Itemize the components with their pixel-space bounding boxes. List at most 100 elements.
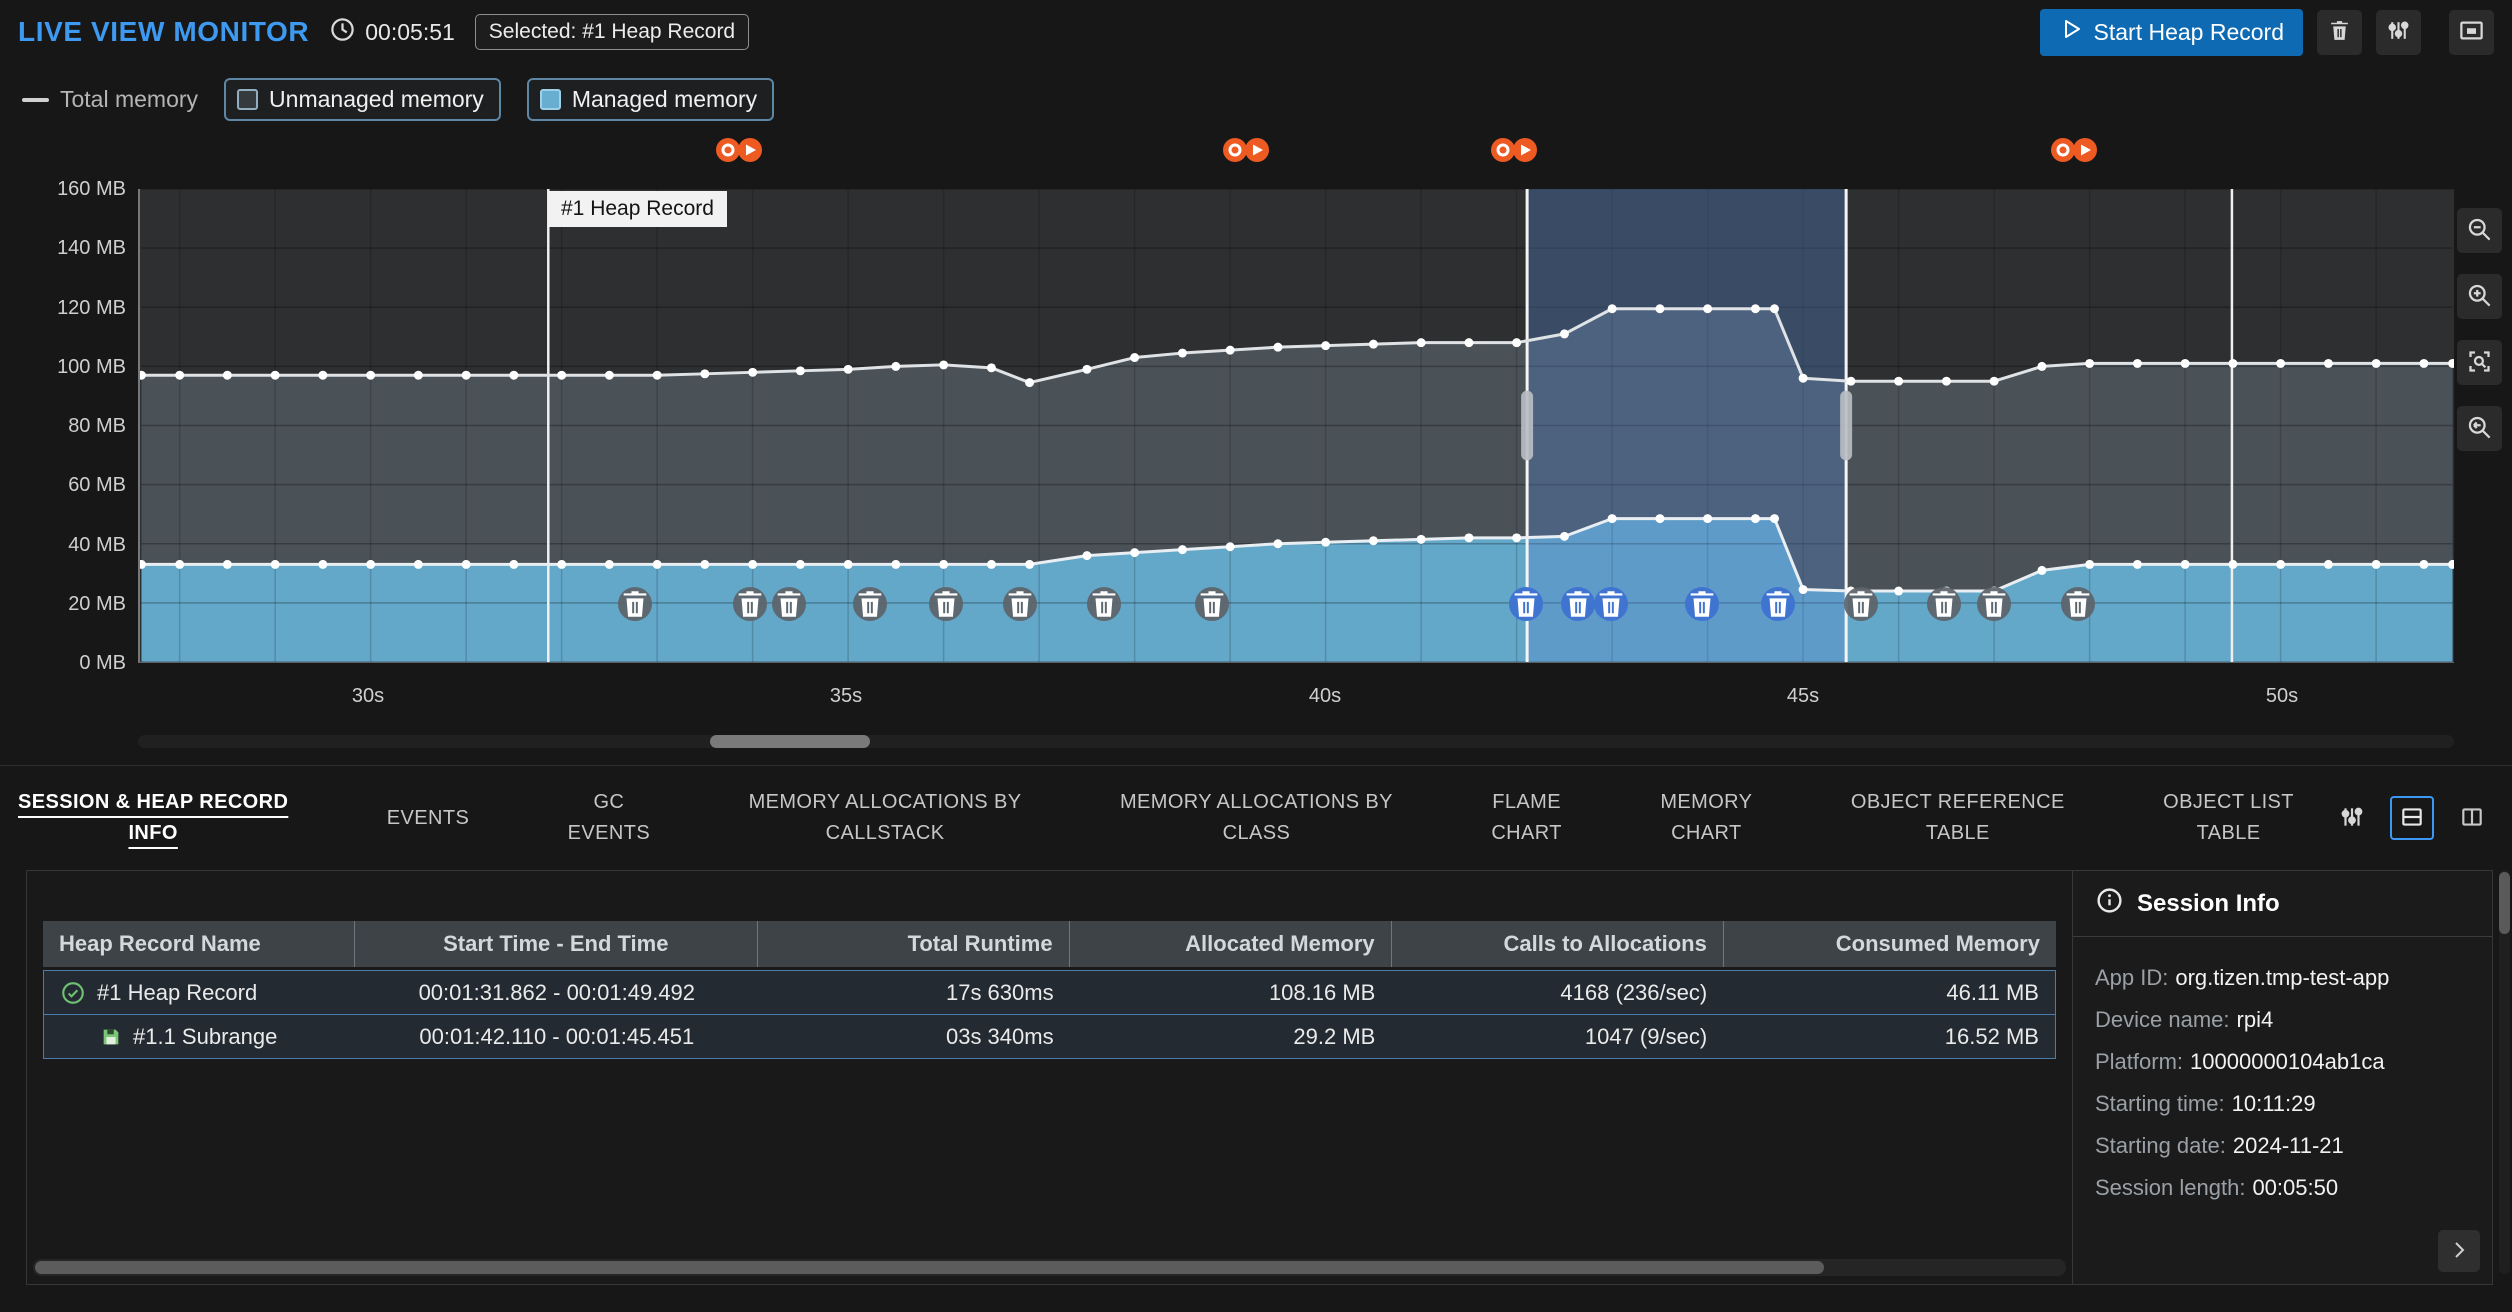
layout-split-vertical-button[interactable]	[2450, 796, 2494, 840]
session-info-field: Device name:rpi4	[2095, 999, 2470, 1041]
gc-trash-marker[interactable]	[2061, 587, 2095, 621]
selection-handle-left[interactable]	[1521, 391, 1533, 461]
y-axis-tick: 140 MB	[8, 236, 126, 260]
table-cell: 00:01:42.110 - 00:01:45.451	[356, 1015, 758, 1058]
tab-bar: SESSION & HEAP RECORD INFO EVENTS GC EVENT…	[18, 787, 2294, 849]
column-header[interactable]: Heap Record Name	[43, 921, 355, 967]
table-cell: 17s 630ms	[758, 971, 1070, 1014]
gc-trash-marker[interactable]	[733, 587, 767, 621]
tab-memory-allocations-by-callstack[interactable]: MEMORY ALLOCATIONS BY CALLSTACK	[749, 787, 1022, 849]
gc-trash-marker[interactable]	[1509, 587, 1543, 621]
table-row[interactable]: #1 Heap Record00:01:31.862 - 00:01:49.49…	[43, 970, 2056, 1015]
tab-object-list-table[interactable]: OBJECT LIST TABLE	[2163, 787, 2294, 849]
collapse-panel-button[interactable]	[2438, 1230, 2480, 1272]
legend-managed-memory-toggle[interactable]: Managed memory	[527, 78, 774, 121]
page-title: LIVE VIEW MONITOR	[18, 16, 309, 48]
start-heap-record-button[interactable]: Start Heap Record	[2040, 9, 2303, 56]
check-circle-icon	[60, 980, 86, 1006]
memory-chart-plot[interactable]: #1 Heap Record	[138, 189, 2454, 663]
subrange-icon	[100, 1026, 122, 1048]
memory-area-chart	[140, 189, 2454, 662]
column-header[interactable]: Calls to Allocations	[1392, 921, 1724, 967]
table-cell: 46.11 MB	[1723, 971, 2055, 1014]
memory-chart-section: Total memory Unmanaged memory Managed me…	[0, 64, 2512, 766]
table-cell: 108.16 MB	[1070, 971, 1392, 1014]
x-axis-tick: 50s	[2237, 684, 2327, 708]
gc-trash-marker[interactable]	[1003, 587, 1037, 621]
gc-event-icon[interactable]	[714, 135, 768, 165]
session-info-panel: Session Info App ID:org.tizen.tmp-test-a…	[2072, 871, 2492, 1284]
zoom-to-selection-button[interactable]	[2457, 340, 2502, 385]
column-header[interactable]: Total Runtime	[758, 921, 1070, 967]
zoom-in-button[interactable]	[2457, 274, 2502, 319]
record-name-cell: #1 Heap Record	[44, 971, 356, 1014]
gc-trash-marker[interactable]	[618, 587, 652, 621]
column-header[interactable]: Consumed Memory	[1724, 921, 2056, 967]
screen-fit-button[interactable]	[2449, 10, 2494, 55]
table-filter-button[interactable]	[2330, 796, 2374, 840]
tab-memory-chart[interactable]: MEMORY CHART	[1660, 787, 1752, 849]
zoom-in-icon	[2466, 282, 2493, 312]
legend-unmanaged-memory-toggle[interactable]: Unmanaged memory	[224, 78, 501, 121]
delete-button[interactable]	[2317, 10, 2362, 55]
gc-trash-marker[interactable]	[1927, 587, 1961, 621]
tab-object-reference-table[interactable]: OBJECT REFERENCE TABLE	[1851, 787, 2065, 849]
layout-split-horizontal-button[interactable]	[2390, 796, 2434, 840]
y-axis-tick: 20 MB	[8, 592, 126, 616]
gc-trash-marker[interactable]	[1977, 587, 2011, 621]
details-vertical-scrollbar	[2499, 870, 2510, 1274]
column-header[interactable]: Start Time - End Time	[355, 921, 758, 967]
tab-events[interactable]: EVENTS	[387, 803, 469, 834]
gc-trash-marker[interactable]	[853, 587, 887, 621]
gc-trash-marker[interactable]	[1685, 587, 1719, 621]
gc-event-icon[interactable]	[1221, 135, 1275, 165]
layout-split-vertical-icon	[2459, 804, 2485, 833]
gc-event-icon[interactable]	[2049, 135, 2103, 165]
play-icon	[2059, 17, 2083, 47]
layout-split-horizontal-icon	[2399, 804, 2425, 833]
gc-trash-marker[interactable]	[1087, 587, 1121, 621]
screen-fit-icon	[2458, 17, 2485, 47]
tab-flame-chart[interactable]: FLAME CHART	[1491, 787, 1562, 849]
header-actions: Start Heap Record	[2040, 9, 2494, 56]
tab-memory-allocations-by-class[interactable]: MEMORY ALLOCATIONS BY CLASS	[1120, 787, 1393, 849]
gc-trash-marker[interactable]	[929, 587, 963, 621]
bottom-body: Heap Record NameStart Time - End TimeTot…	[26, 870, 2493, 1285]
selection-handle-right[interactable]	[1840, 391, 1852, 461]
details-scrollbar-thumb[interactable]	[2499, 872, 2510, 934]
legend-total-memory: Total memory	[22, 86, 198, 113]
gc-trash-marker[interactable]	[1844, 587, 1878, 621]
tab-session-heap-record-info[interactable]: SESSION & HEAP RECORD INFO	[18, 787, 288, 849]
gc-trash-marker[interactable]	[772, 587, 806, 621]
session-timer: 00:05:51	[329, 16, 455, 49]
managed-memory-swatch	[540, 89, 561, 110]
table-scrollbar-thumb[interactable]	[35, 1261, 1824, 1274]
table-row[interactable]: #1.1 Subrange00:01:42.110 - 00:01:45.451…	[43, 1014, 2056, 1059]
filter-settings-button[interactable]	[2376, 10, 2421, 55]
y-axis-tick: 160 MB	[8, 177, 126, 201]
zoom-reset-button[interactable]	[2457, 406, 2502, 451]
gc-trash-marker[interactable]	[1761, 587, 1795, 621]
table-horizontal-scrollbar	[33, 1259, 2066, 1276]
zoom-selection-icon	[2466, 348, 2493, 378]
session-info-field: Starting date:2024-11-21	[2095, 1125, 2470, 1167]
gc-trash-marker[interactable]	[1195, 587, 1229, 621]
gc-trash-marker[interactable]	[1561, 587, 1595, 621]
chart-zoom-toolbar	[2457, 208, 2502, 451]
tune-icon	[2386, 18, 2411, 46]
session-info-field: Platform:10000000104ab1ca	[2095, 1041, 2470, 1083]
chart-legend: Total memory Unmanaged memory Managed me…	[22, 78, 774, 121]
tab-gc-events[interactable]: GC EVENTS	[568, 787, 650, 849]
tab-actions	[2330, 796, 2494, 840]
column-header[interactable]: Allocated Memory	[1070, 921, 1392, 967]
y-axis-tick: 60 MB	[8, 473, 126, 497]
session-info-field: App ID:org.tizen.tmp-test-app	[2095, 957, 2470, 999]
zoom-out-button[interactable]	[2457, 208, 2502, 253]
gc-event-icon[interactable]	[1489, 135, 1543, 165]
info-icon	[2095, 886, 2124, 922]
heap-record-label: #1 Heap Record	[548, 191, 727, 227]
chart-scrollbar-thumb[interactable]	[710, 735, 870, 748]
session-info-field: Session length:00:05:50	[2095, 1167, 2470, 1209]
gc-trash-marker[interactable]	[1594, 587, 1628, 621]
x-axis-tick: 35s	[801, 684, 891, 708]
